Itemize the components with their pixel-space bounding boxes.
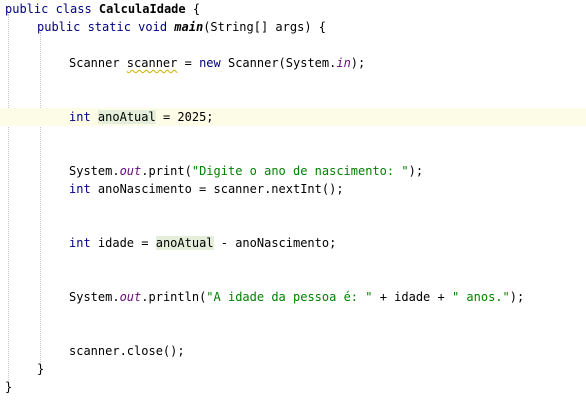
code-line-ano-atual-current[interactable]: int anoAtual = 2025; (0, 108, 586, 126)
scanner-variable-warning[interactable]: scanner (127, 56, 178, 70)
assignment-value: = 2025; (155, 110, 214, 124)
scanner-constructor: Scanner(System. (220, 56, 337, 70)
ano-atual-variable-highlight[interactable]: anoAtual (97, 110, 156, 124)
close-paren: ); (350, 56, 366, 70)
code-line-print-prompt[interactable]: System.out.print("Digite o ano de nascim… (0, 162, 586, 180)
class-modifiers: public class (5, 2, 99, 16)
ano-atual-occurrence-highlight[interactable]: anoAtual (155, 236, 214, 250)
prompt-string: "Digite o ano de nascimento: " (191, 164, 409, 178)
int-keyword: int (69, 182, 91, 196)
close-brace: } (37, 362, 45, 376)
int-keyword: int (69, 110, 91, 124)
code-line-ano-nascimento[interactable]: int anoNascimento = scanner.nextInt(); (0, 180, 586, 198)
open-brace: { (185, 2, 201, 16)
code-line-method-close-brace[interactable]: } (0, 360, 586, 378)
println-call: .println( (141, 290, 207, 304)
new-keyword: new (199, 56, 221, 70)
code-editor[interactable]: public class CalculaIdade { public stati… (0, 0, 586, 404)
ano-nascimento-statement: anoNascimento = scanner.nextInt(); (90, 182, 344, 196)
system-class: System. (69, 290, 120, 304)
close-paren: ); (509, 290, 525, 304)
class-name: CalculaIdade (98, 2, 186, 16)
code-line-main-method[interactable]: public static void main(String[] args) { (0, 18, 586, 36)
idade-assign: idade = (90, 236, 156, 250)
idade-expression-rest: - anoNascimento; (213, 236, 337, 250)
print-call: .print( (141, 164, 192, 178)
result-string: "A idade da pessoa é: " (206, 290, 373, 304)
system-in-field: in (336, 56, 351, 70)
int-keyword: int (69, 236, 91, 250)
close-brace: } (5, 380, 13, 394)
code-line-class-close-brace[interactable]: } (0, 378, 586, 396)
scanner-type: Scanner (69, 56, 127, 70)
assign-op: = (177, 56, 200, 70)
scanner-close-call: scanner.close(); (69, 344, 185, 358)
system-out-field: out (119, 290, 142, 304)
code-line-scanner-close[interactable]: scanner.close(); (0, 342, 586, 360)
system-class: System. (69, 164, 120, 178)
code-line-println-result[interactable]: System.out.println("A idade da pessoa é:… (0, 288, 586, 306)
method-name: main (174, 20, 204, 34)
system-out-field: out (119, 164, 142, 178)
code-line-scanner-declaration[interactable]: Scanner scanner = new Scanner(System.in)… (0, 54, 586, 72)
method-params: (String[] args) { (203, 20, 327, 34)
code-line-class-declaration[interactable]: public class CalculaIdade { (0, 0, 586, 18)
concat-idade: + idade + (372, 290, 452, 304)
anos-string: " anos." (451, 290, 510, 304)
method-modifiers: public static void (37, 20, 175, 34)
close-paren: ); (408, 164, 424, 178)
code-line-idade[interactable]: int idade = anoAtual - anoNascimento; (0, 234, 586, 252)
indent-guide-method (40, 32, 41, 364)
